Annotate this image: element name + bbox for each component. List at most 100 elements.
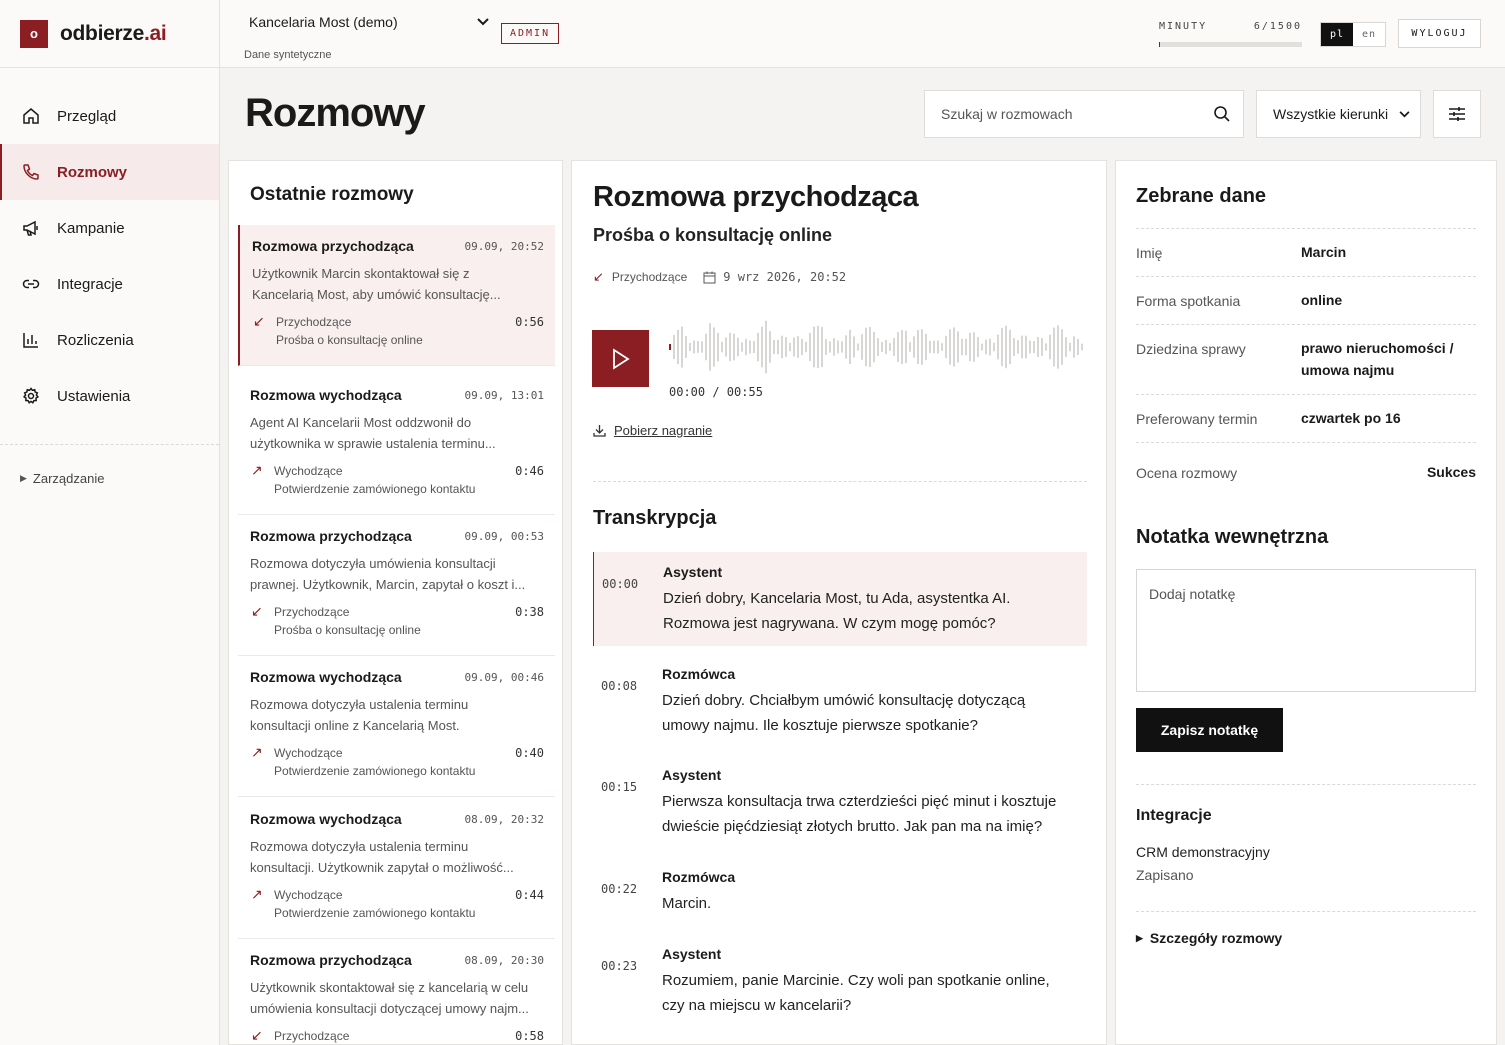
player-time: 00:00 / 00:55 [669, 385, 763, 399]
divider [1136, 911, 1476, 912]
management-toggle[interactable]: ▶ Zarządzanie [0, 471, 219, 486]
organization-select[interactable]: Kancelaria Most (demo) [249, 14, 489, 30]
transcript-segment[interactable]: 00:00 Asystent Dzień dobry, Kancelaria M… [593, 552, 1087, 646]
search-icon [1214, 106, 1230, 122]
nav-item-ustawienia[interactable]: Ustawienia [0, 368, 219, 424]
nav-item-przeglad[interactable]: Przegląd [0, 88, 219, 144]
lang-en-button[interactable]: en [1353, 23, 1385, 46]
minutes-label: MINUTY [1159, 21, 1208, 32]
transcript-segment[interactable]: 00:22 Rozmówca Marcin. [593, 857, 1087, 927]
segment-time: 00:00 [602, 577, 639, 591]
call-item-title: Rozmowa wychodząca [250, 669, 402, 685]
search-placeholder: Szukaj w rozmowach [941, 106, 1073, 122]
filters-button[interactable] [1433, 90, 1481, 138]
direction-filter-select[interactable]: Wszystkie kierunki [1256, 90, 1421, 138]
call-list-item[interactable]: Rozmowa wychodząca 09.09, 13:01 Agent AI K… [238, 374, 555, 515]
segment-time: 00:15 [601, 780, 638, 794]
gear-icon [22, 387, 40, 404]
nav-item-label: Przegląd [57, 107, 117, 125]
incoming-arrow-icon: ↙ [251, 1027, 263, 1043]
note-placeholder: Dodaj notatkę [1149, 586, 1236, 602]
nav-item-label: Ustawienia [57, 387, 131, 405]
data-field: Ocena rozmowy Sukces [1136, 442, 1476, 500]
segment-speaker: Rozmówca [662, 869, 736, 885]
call-item-duration: 0:56 [515, 315, 544, 329]
data-field: Preferowany termin czwartek po 16 [1136, 394, 1476, 442]
call-item-duration: 0:38 [515, 605, 544, 619]
call-item-direction-label: Wychodzące [274, 745, 343, 760]
transcript-segment[interactable]: 00:23 Asystent Rozumiem, panie Marcinie.… [593, 934, 1087, 1028]
page-title: Rozmowy [245, 91, 426, 135]
call-list-item[interactable]: Rozmowa przychodząca 09.09, 00:53 Rozmowa … [238, 515, 555, 656]
call-item-summary: Agent AI Kancelarii Most oddzwonił do uż… [250, 415, 496, 451]
segment-time: 00:23 [601, 959, 638, 973]
link-icon [22, 279, 40, 289]
organization-subtitle: Dane syntetyczne [244, 49, 332, 61]
call-item-summary: Użytkownik Marcin skontaktował się z Kan… [252, 266, 501, 302]
phone-icon [23, 164, 39, 180]
topbar: Kancelaria Most (demo) Dane syntetyczne … [220, 0, 1505, 68]
organization-name: Kancelaria Most (demo) [249, 14, 398, 30]
logout-button[interactable]: WYLOGUJ [1398, 19, 1481, 48]
outgoing-arrow-icon: ↗ [251, 462, 263, 478]
segment-speaker: Asystent [662, 946, 722, 962]
call-detail-panel: Rozmowa przychodząca Prośba o konsultacj… [571, 160, 1107, 1045]
call-list-item[interactable]: Rozmowa wychodząca 09.09, 00:46 Rozmowa do… [238, 656, 555, 797]
transcript-segment[interactable]: 00:15 Asystent Pierwsza konsultacja trwa… [593, 755, 1087, 849]
divider [593, 481, 1087, 482]
segment-text: Dzień dobry. Chciałbym umówić konsultacj… [662, 692, 1026, 734]
call-details-label: Szczegóły rozmowy [1149, 930, 1283, 946]
call-title: Rozmowa przychodząca [593, 181, 919, 213]
nav-item-label: Rozmowy [57, 163, 128, 181]
minutes-progress-bar [1159, 42, 1302, 47]
call-item-direction-label: Przychodzące [274, 1028, 350, 1043]
play-button[interactable] [592, 330, 649, 387]
incoming-arrow-icon: ↙ [253, 313, 265, 329]
field-label: Ocena rozmowy [1136, 465, 1238, 481]
field-label: Imię [1136, 245, 1163, 261]
minutes-progress-fill [1159, 42, 1160, 47]
call-item-duration: 0:58 [515, 1029, 544, 1043]
call-details-toggle[interactable]: ▶ Szczegóły rozmowy [1136, 930, 1282, 946]
sidebar: o odbierze.ai Przegląd Rozmowy Kampanie … [0, 0, 220, 1045]
call-list-item[interactable]: Rozmowa przychodząca 08.09, 20:30 Użytkown… [238, 939, 555, 1044]
call-item-topic: Potwierdzenie zamówionego kontaktu [274, 764, 476, 778]
management-label: Zarządzanie [32, 471, 105, 486]
call-list-item[interactable]: Rozmowa przychodząca 09.09, 20:52 Użytkown… [238, 225, 555, 366]
nav-item-rozliczenia[interactable]: Rozliczenia [0, 312, 219, 368]
nav-item-kampanie[interactable]: Kampanie [0, 200, 219, 256]
internal-note-textarea[interactable]: Dodaj notatkę [1136, 569, 1476, 692]
field-label: Dziedzina sprawy [1136, 341, 1246, 357]
call-date-text: 9 wrz 2026, 20:52 [723, 270, 847, 284]
segment-time: 00:08 [601, 679, 638, 693]
transcript-segment[interactable]: 00:08 Rozmówca Dzień dobry. Chciałbym um… [593, 654, 1087, 748]
segment-text: Dzień dobry, Kancelaria Most, tu Ada, as… [663, 590, 1011, 632]
search-input[interactable]: Szukaj w rozmowach [924, 90, 1244, 138]
divider [1136, 784, 1476, 785]
call-item-title: Rozmowa przychodząca [252, 238, 414, 254]
direction-filter-value: Wszystkie kierunki [1273, 106, 1389, 122]
call-item-direction: ↙ Przychodzące [251, 1027, 349, 1044]
call-item-topic: Potwierdzenie zamówionego kontaktu [274, 906, 476, 920]
megaphone-icon [23, 220, 38, 236]
download-recording-link[interactable]: Pobierz nagranie [593, 423, 712, 438]
recent-calls-panel: Ostatnie rozmowy Rozmowa przychodząca 09.… [228, 160, 563, 1045]
call-item-summary: Rozmowa dotyczyła ustalenia terminu kons… [250, 839, 514, 875]
nav-item-rozmowy[interactable]: Rozmowy [0, 144, 219, 200]
play-icon [612, 347, 630, 370]
logo[interactable]: o odbierze.ai [0, 0, 219, 68]
call-list-item[interactable]: Rozmowa wychodząca 08.09, 20:32 Rozmowa do… [238, 798, 555, 939]
call-item-summary: Rozmowa dotyczyła umówienia konsultacji … [250, 556, 526, 592]
nav-divider [0, 444, 219, 445]
call-item-time: 08.09, 20:30 [464, 954, 544, 967]
nav-item-integracje[interactable]: Integracje [0, 256, 219, 312]
lang-pl-button[interactable]: pl [1321, 23, 1353, 46]
call-item-direction: ↙ Przychodzące [253, 313, 351, 330]
save-note-button[interactable]: Zapisz notatkę [1136, 708, 1283, 752]
call-item-time: 08.09, 20:32 [464, 813, 544, 826]
call-subtitle: Prośba o konsultację online [593, 225, 833, 245]
data-field: Dziedzina sprawy prawo nieruchomości / u… [1136, 324, 1476, 394]
call-item-summary: Użytkownik skontaktował się z kancelarią… [250, 980, 529, 1016]
audio-waveform[interactable] [668, 319, 1084, 375]
call-direction: Przychodzące [611, 270, 688, 284]
